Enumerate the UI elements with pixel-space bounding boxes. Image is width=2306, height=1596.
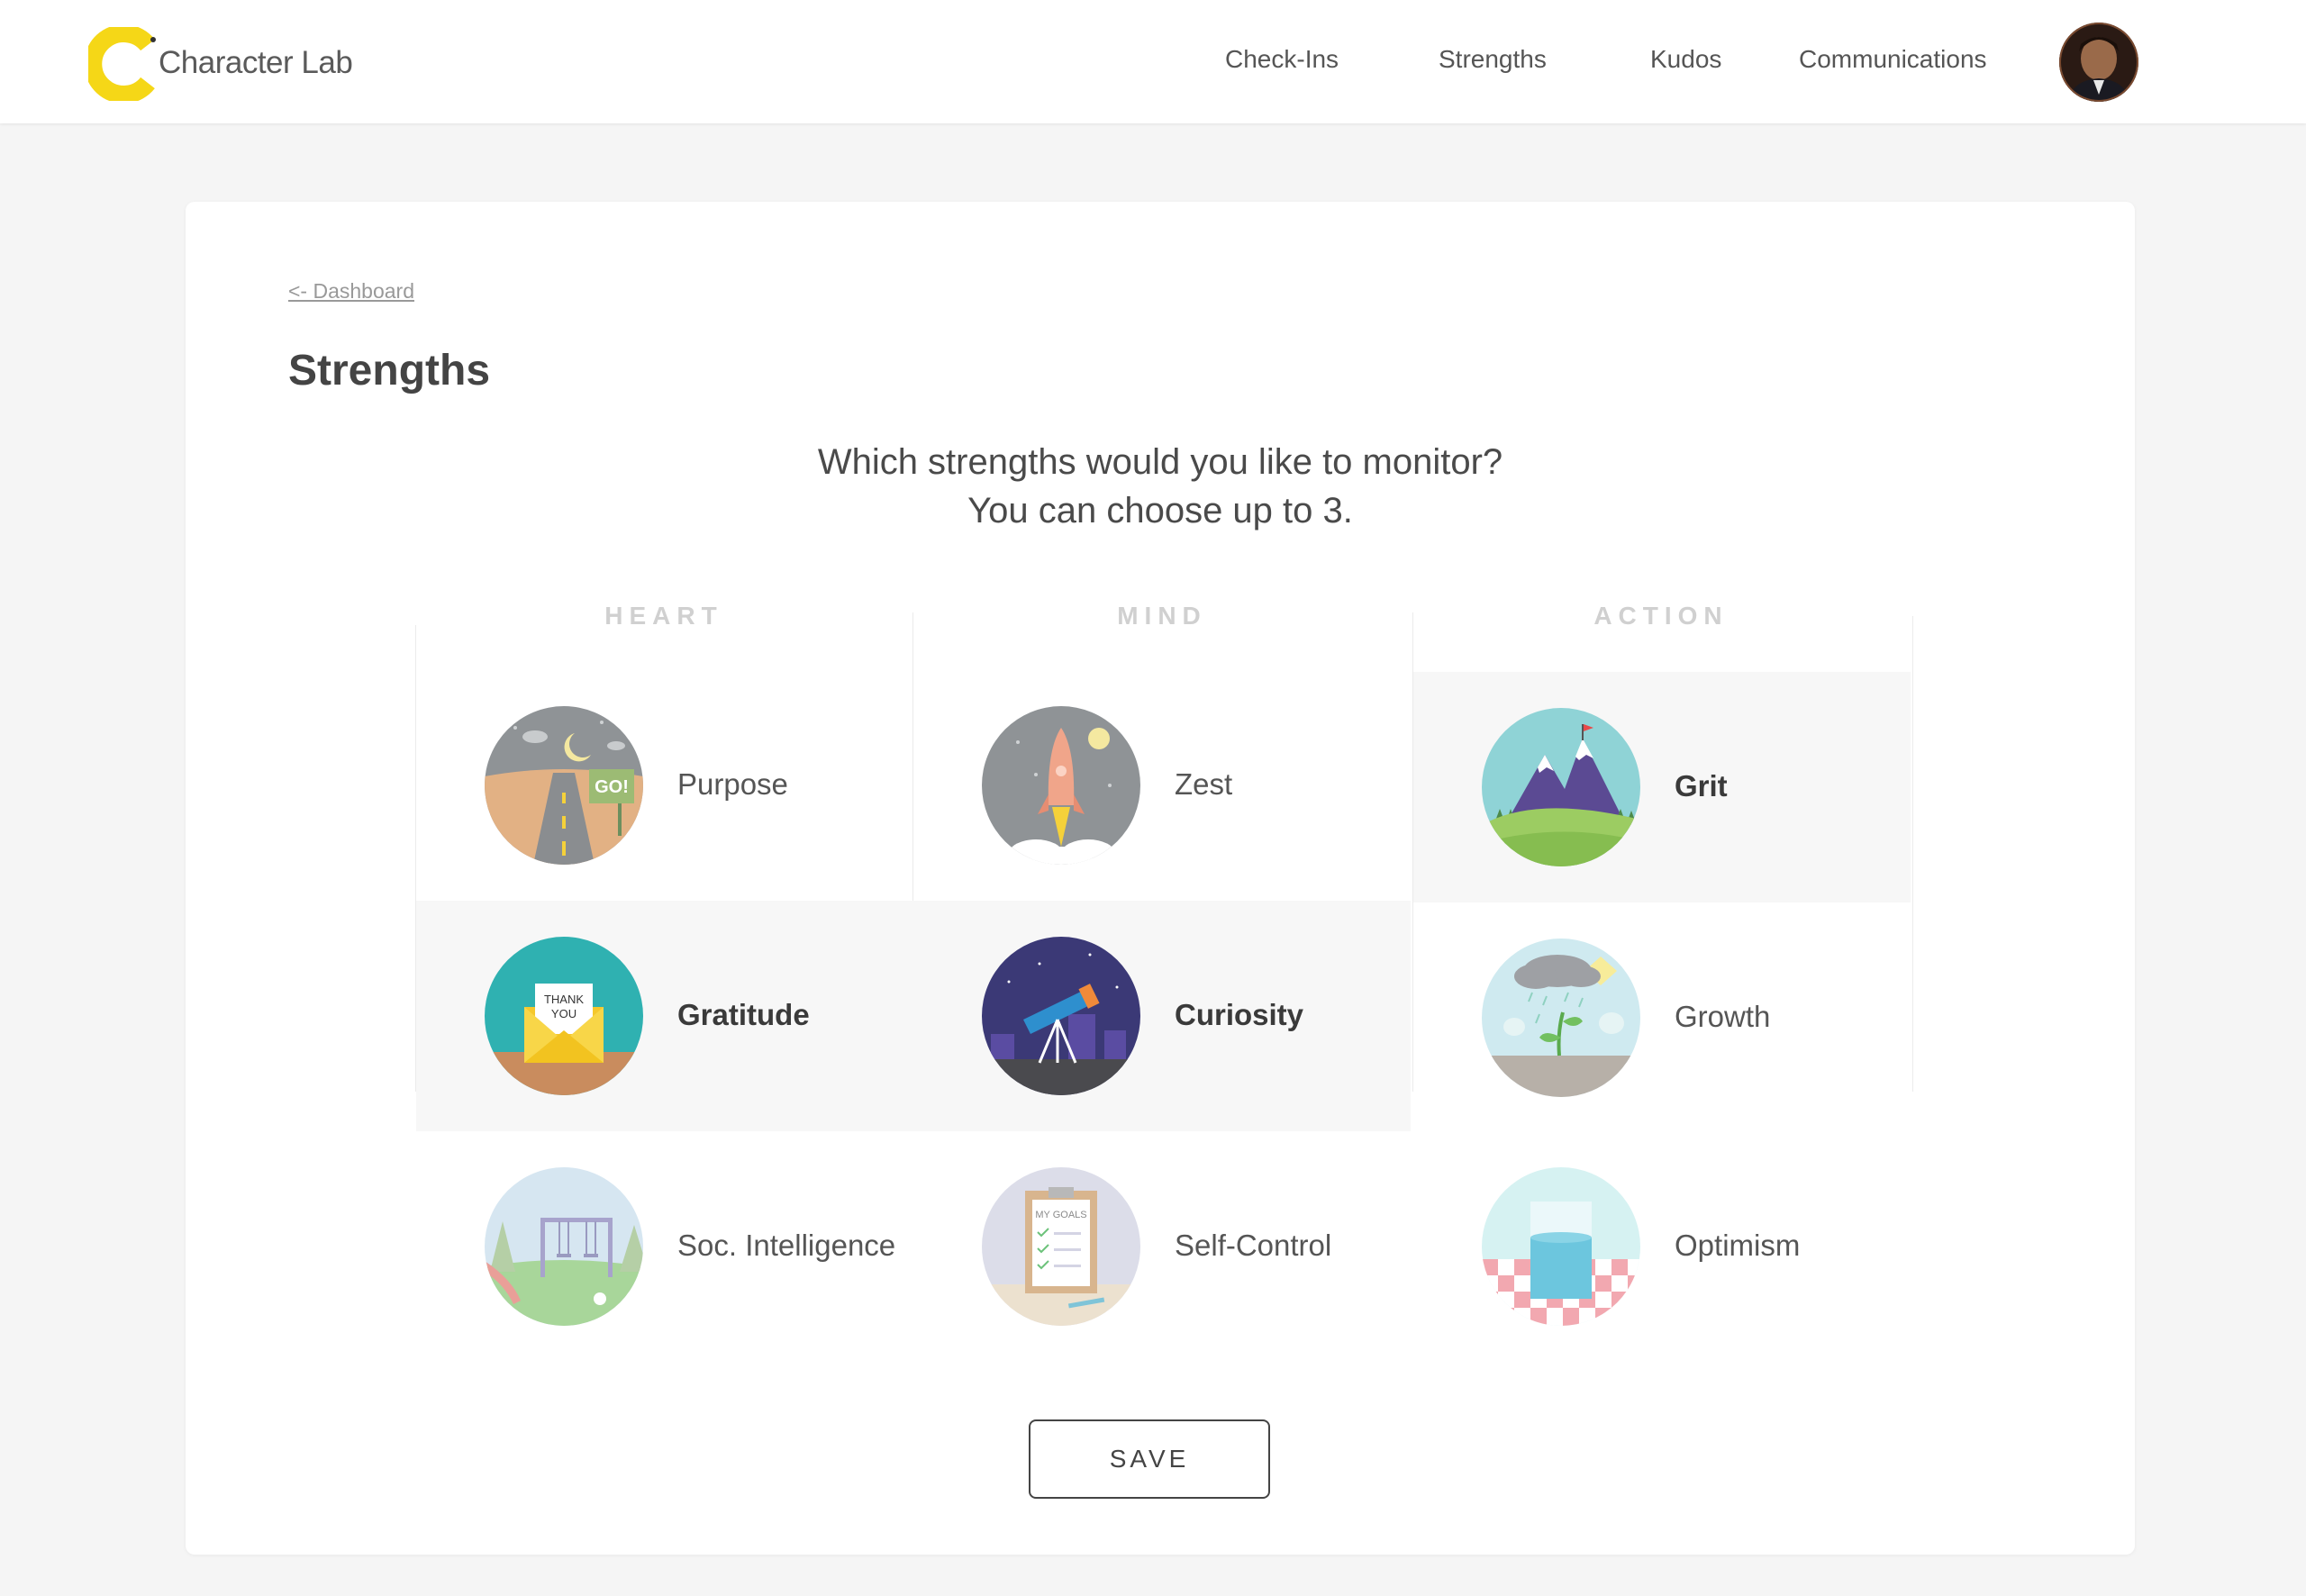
strength-label-growth: Growth bbox=[1675, 1000, 1771, 1033]
strength-label-gratitude: Gratitude bbox=[677, 998, 810, 1031]
strength-tile-purpose[interactable]: GO! Purpose bbox=[416, 670, 913, 901]
strength-label-zest: Zest bbox=[1175, 767, 1233, 801]
strength-tile-gratitude[interactable]: THANK YOU Gratitude bbox=[416, 901, 913, 1131]
svg-text:MY GOALS: MY GOALS bbox=[1035, 1210, 1086, 1220]
strength-tile-zest[interactable]: Zest bbox=[913, 670, 1411, 901]
thank-you-envelope-illustration: THANK YOU bbox=[485, 937, 643, 1095]
glass-of-water-illustration bbox=[1482, 1167, 1640, 1326]
nav-kudos[interactable]: Kudos bbox=[1650, 45, 1721, 74]
selection-prompt: Which strengths would you like to monito… bbox=[186, 438, 2135, 535]
logo-c-icon bbox=[88, 27, 156, 101]
column-divider bbox=[1912, 616, 1913, 1092]
mountain-illustration bbox=[1482, 708, 1640, 866]
sprout-rain-illustration bbox=[1482, 939, 1640, 1097]
strength-label-purpose: Purpose bbox=[677, 767, 788, 801]
svg-text:THANK: THANK bbox=[544, 993, 584, 1006]
strength-label-self-control: Self-Control bbox=[1175, 1229, 1332, 1262]
strength-label-soc-intelligence: Soc. Intelligence bbox=[677, 1229, 896, 1262]
character-lab-logo[interactable]: Character Lab bbox=[88, 27, 467, 101]
column-header-mind: MIND bbox=[1117, 602, 1207, 630]
logo-text: Character Lab bbox=[159, 45, 353, 80]
strength-tile-growth[interactable]: Growth bbox=[1413, 902, 1911, 1133]
prompt-line-2: You can choose up to 3. bbox=[967, 491, 1353, 530]
strength-tile-grit[interactable]: Grit bbox=[1413, 672, 1911, 902]
goals-clipboard-illustration: MY GOALS bbox=[982, 1167, 1140, 1326]
save-button[interactable]: SAVE bbox=[1029, 1419, 1270, 1499]
avatar-photo-icon bbox=[2059, 23, 2138, 102]
user-avatar[interactable] bbox=[2059, 23, 2138, 102]
nav-communications[interactable]: Communications bbox=[1799, 45, 1987, 74]
strength-tile-optimism[interactable]: Optimism bbox=[1413, 1131, 1911, 1362]
svg-text:GO!: GO! bbox=[595, 777, 629, 797]
strength-label-optimism: Optimism bbox=[1675, 1229, 1801, 1262]
svg-text:YOU: YOU bbox=[551, 1007, 576, 1020]
top-navigation-bar: Character Lab Check-Ins Strengths Kudos … bbox=[0, 0, 2306, 123]
prompt-line-1: Which strengths would you like to monito… bbox=[817, 442, 1503, 482]
nav-check-ins[interactable]: Check-Ins bbox=[1225, 45, 1339, 74]
rocket-illustration bbox=[982, 706, 1140, 865]
strengths-card: <- Dashboard Strengths Which strengths w… bbox=[186, 202, 2135, 1555]
page-title: Strengths bbox=[288, 347, 491, 394]
road-sign-illustration: GO! bbox=[485, 706, 643, 865]
column-header-action: ACTION bbox=[1593, 602, 1729, 630]
strength-label-curiosity: Curiosity bbox=[1175, 998, 1304, 1031]
strength-tile-self-control[interactable]: MY GOALS Self-Control bbox=[913, 1131, 1411, 1362]
strength-label-grit: Grit bbox=[1675, 769, 1728, 803]
back-to-dashboard-link[interactable]: <- Dashboard bbox=[288, 279, 414, 304]
nav-strengths[interactable]: Strengths bbox=[1439, 45, 1547, 74]
strength-tile-curiosity[interactable]: Curiosity bbox=[913, 901, 1411, 1131]
strength-tile-soc-intelligence[interactable]: Soc. Intelligence bbox=[416, 1131, 913, 1362]
column-header-heart: HEART bbox=[604, 602, 723, 630]
playground-swing-illustration bbox=[485, 1167, 643, 1326]
telescope-illustration bbox=[982, 937, 1140, 1095]
